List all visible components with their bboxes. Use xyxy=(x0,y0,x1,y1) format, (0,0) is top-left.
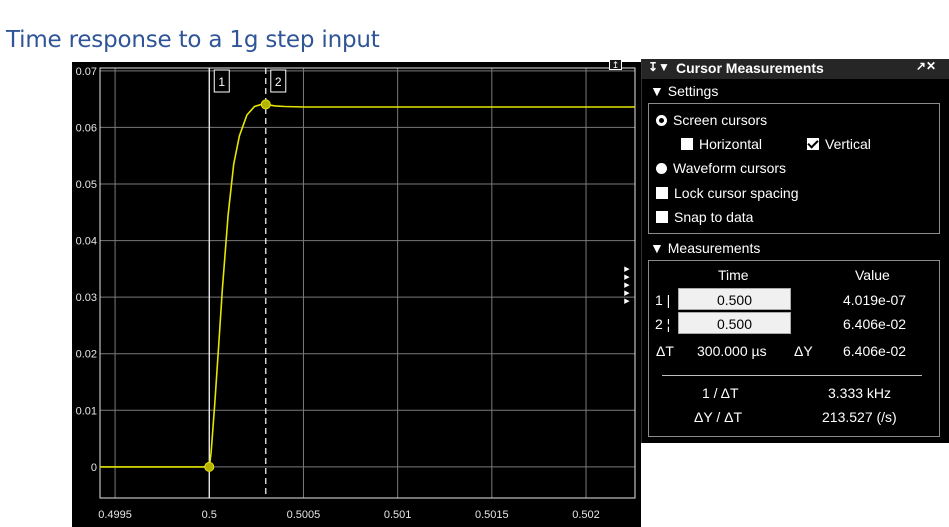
delta-y-label: ΔY xyxy=(794,343,813,359)
cursor1-time-field[interactable]: 0.500 xyxy=(678,288,791,310)
measurements-header: Measurements xyxy=(667,240,761,256)
screen-cursors-label: Screen cursors xyxy=(673,112,768,128)
y-tick-label: 0.01 xyxy=(76,405,97,417)
collapse-triangle-icon: ▼ xyxy=(650,240,664,256)
pin-icon[interactable]: ↧▼ xyxy=(648,60,670,74)
inverse-delta-t-label: 1 / ΔT xyxy=(702,385,739,401)
waveform-cursors-radio[interactable] xyxy=(656,162,667,174)
cursor-1-marker xyxy=(204,461,215,472)
x-tick-label: 0.5015 xyxy=(475,509,509,521)
inverse-delta-t-value: 3.333 kHz xyxy=(828,385,892,401)
cursor-2-tag-label: 2 xyxy=(275,75,282,89)
arrow-icon: ▶ xyxy=(624,290,630,297)
screen-cursors-radio[interactable] xyxy=(656,114,667,126)
cursor2-value: 6.406e-02 xyxy=(843,316,907,332)
plot-frame xyxy=(99,67,636,499)
slope-value: 213.527 (/s) xyxy=(822,409,897,425)
delta-t-label: ΔT xyxy=(656,343,674,359)
vertical-label: Vertical xyxy=(825,136,871,152)
y-tick-label: 0.02 xyxy=(76,349,97,361)
settings-section-toggle[interactable]: ▼ Settings xyxy=(650,83,718,99)
time-column-header: Time xyxy=(718,267,749,283)
value-column-header: Value xyxy=(855,267,890,283)
panel-title: Cursor Measurements xyxy=(676,60,824,76)
x-tick-label: 0.502 xyxy=(572,509,600,521)
vertical-checkbox[interactable] xyxy=(807,138,819,150)
panel-window-controls[interactable]: ↗✕ xyxy=(916,59,936,73)
cursor-1-tag-label: 1 xyxy=(218,75,225,89)
measurements-section-toggle[interactable]: ▼ Measurements xyxy=(650,240,760,256)
x-tick-label: 0.501 xyxy=(384,509,412,521)
screen-cursors-option[interactable]: Screen cursors xyxy=(656,112,767,128)
arrow-icon: ▶ xyxy=(624,298,630,305)
horizontal-label: Horizontal xyxy=(699,136,763,152)
time-response-chart: 0.4995 0.5 0.5005 0.501 0.5015 0.502 0 0.01 0.02… xyxy=(76,66,636,521)
x-tick-label: 0.4995 xyxy=(98,509,132,521)
undock-icon[interactable]: ↥ xyxy=(609,59,622,70)
arrow-icon: ▶ xyxy=(624,282,630,289)
lock-spacing-label: Lock cursor spacing xyxy=(674,185,799,201)
y-tick-label: 0.06 xyxy=(76,122,97,134)
cursor1-value: 4.019e-07 xyxy=(843,292,907,308)
series-line xyxy=(100,103,635,468)
cursor1-label: 1 | xyxy=(655,292,671,308)
y-tick-label: 0 xyxy=(91,462,97,474)
measurements-divider xyxy=(662,375,922,376)
x-tick-label: 0.5005 xyxy=(287,509,321,521)
slide-title: Time response to a 1g step input xyxy=(6,27,380,53)
snap-label: Snap to data xyxy=(674,209,754,225)
snap-option[interactable]: Snap to data xyxy=(656,209,753,225)
arrow-icon: ▶ xyxy=(624,266,630,273)
arrow-icon: ▶ xyxy=(624,274,630,281)
y-tick-label: 0.05 xyxy=(76,179,97,191)
y-tick-label: 0.03 xyxy=(76,292,97,304)
delta-t-value: 300.000 µs xyxy=(697,343,767,359)
cursor-measurements-panel: ↧▼ Cursor Measurements ↗✕ ▼ Settings Scr… xyxy=(641,59,949,443)
collapse-triangle-icon: ▼ xyxy=(650,83,664,99)
horizontal-checkbox[interactable] xyxy=(681,138,693,150)
vertical-option[interactable]: Vertical xyxy=(807,136,871,152)
waveform-cursors-option[interactable]: Waveform cursors xyxy=(656,160,786,176)
slope-label: ΔY / ΔT xyxy=(694,409,743,425)
lock-spacing-option[interactable]: Lock cursor spacing xyxy=(656,185,799,201)
settings-header: Settings xyxy=(667,83,719,99)
scope-display[interactable]: 0.4995 0.5 0.5005 0.501 0.5015 0.502 0 0.01 0.02… xyxy=(72,62,641,527)
horizontal-option[interactable]: Horizontal xyxy=(681,136,762,152)
panel-toggle-handle[interactable]: ▶ ▶ ▶ ▶ ▶ xyxy=(621,266,633,314)
cursor2-time-field[interactable]: 0.500 xyxy=(678,312,791,334)
snap-checkbox[interactable] xyxy=(656,211,668,223)
x-tick-label: 0.5 xyxy=(202,509,217,521)
cursor-2-marker xyxy=(260,99,271,110)
delta-y-value: 6.406e-02 xyxy=(843,343,907,359)
waveform-cursors-label: Waveform cursors xyxy=(673,160,787,176)
y-tick-label: 0.07 xyxy=(76,66,97,78)
panel-header: ↧▼ Cursor Measurements ↗✕ xyxy=(642,59,949,79)
cursor2-label: 2 ¦ xyxy=(655,316,671,332)
y-tick-label: 0.04 xyxy=(76,236,97,248)
lock-spacing-checkbox[interactable] xyxy=(656,187,668,199)
settings-box: Screen cursors Horizontal Vertical Wavef… xyxy=(648,103,940,234)
